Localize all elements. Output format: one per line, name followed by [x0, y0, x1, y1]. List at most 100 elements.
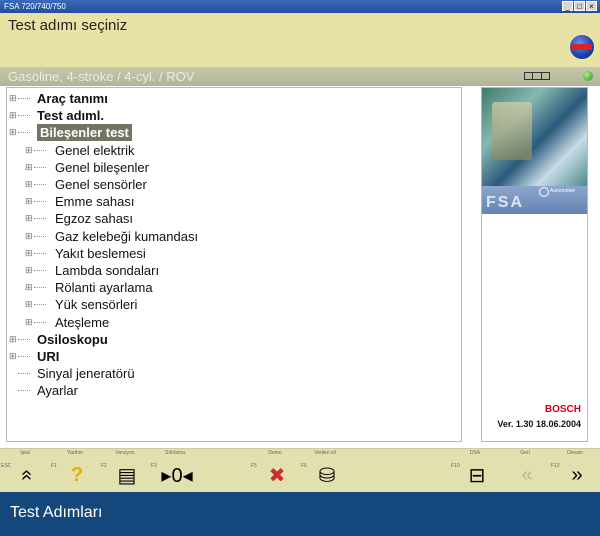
expand-plus-icon[interactable]: ⊞ [25, 210, 33, 227]
tree-item[interactable]: ⊞ Yakıt beslemesi [7, 245, 447, 262]
expand-plus-icon[interactable]: ⊞ [9, 331, 17, 348]
expand-plus-icon[interactable]: ⊞ [25, 228, 33, 245]
function-key [200, 449, 250, 493]
product-info-panel: FSA Automotive BOSCH Ver. 1.30 18.06.200… [481, 87, 588, 442]
empty [212, 461, 242, 489]
empty [412, 461, 442, 489]
tree-item[interactable]: ⊞ Rölanti ayarlama [7, 279, 447, 296]
tree-connector [34, 184, 46, 186]
tree-item-label: Genel bileşenler [55, 159, 149, 175]
tree-item-label: Ateşleme [55, 314, 110, 330]
tree-connector [18, 132, 30, 134]
tree-item[interactable]: ⊞ Genel bileşenler [7, 159, 447, 176]
expand-plus-icon[interactable]: ⊞ [9, 107, 17, 124]
tree-item-label: Genel elektrik [55, 142, 135, 158]
function-key[interactable]: DSA F10 ⊟ [450, 449, 500, 493]
expand-plus-icon[interactable]: ⊞ [25, 296, 33, 313]
window-controls: _ □ × [562, 1, 597, 11]
page-title: Test adımı seçiniz [8, 17, 128, 34]
tree-item[interactable]: ⊞ Egzoz sahası [7, 210, 447, 227]
expand-plus-icon[interactable]: ⊞ [25, 262, 33, 279]
delete-data-icon: ⛁ [318, 464, 336, 487]
tree-item[interactable]: ⊞ Yük sensörleri [7, 296, 447, 313]
brand-name: BOSCH [544, 404, 581, 415]
double-chevron-up-icon: « [16, 469, 39, 481]
bosch-logo-icon [570, 35, 594, 59]
function-key-label: Verileri sil [314, 450, 336, 456]
tree-item[interactable]: ⊞ Lambda sondaları [7, 262, 447, 279]
status-led-icon [583, 71, 593, 81]
expand-plus-icon[interactable]: ⊞ [25, 314, 33, 331]
function-key-label: İptal [20, 450, 30, 456]
tree-item[interactable]: Sinyal jeneratörü [7, 365, 447, 382]
tree-item[interactable]: ⊞ URI [7, 348, 447, 365]
tree-item[interactable]: ⊞ Genel sensörler [7, 176, 447, 193]
tree-connector [34, 166, 46, 169]
function-key[interactable]: Versiyon F2 ▤ [100, 449, 150, 493]
tree-item[interactable]: ⊞ Osiloskopu [7, 331, 447, 348]
expand-plus-icon[interactable]: ⊞ [25, 142, 33, 159]
vehicle-info-bar: Gasoline, 4-stroke / 4-cyl. / ROV [0, 67, 600, 86]
version-text: Ver. 1.30 18.06.2004 [497, 419, 581, 429]
help-question-icon: ? [70, 463, 84, 486]
expand-plus-icon[interactable]: ⊞ [9, 348, 17, 365]
tree-item[interactable]: Ayarlar [7, 382, 447, 399]
tree-item[interactable]: ⊞ Test adıml. [7, 107, 447, 124]
expand-plus-icon[interactable]: ⊞ [25, 279, 33, 296]
function-key-label: Versiyon [115, 450, 135, 456]
expand-plus-icon[interactable]: ⊞ [25, 176, 33, 193]
function-key-number: F1 [51, 463, 57, 469]
fsa-app-window: FSA 720/740/750 _ □ × Test adımı seçiniz… [0, 0, 600, 536]
function-key[interactable]: Demo F5 ✖ [250, 449, 300, 493]
function-key[interactable]: Verileri sil F6 ⛁ [300, 449, 350, 493]
tree-connector [18, 356, 30, 358]
tree-item[interactable]: ⊞ Ateşleme [7, 314, 447, 331]
expand-plus-icon[interactable]: ⊞ [25, 159, 33, 176]
tree-item-label: Gaz kelebeği kumandası [55, 228, 199, 244]
page-header: Test adımı seçiniz [0, 13, 600, 68]
function-key-label: DSA [469, 450, 481, 456]
function-key[interactable]: Sıfırlama F3 ▸0◂ [150, 449, 200, 493]
tree-connector [34, 252, 46, 255]
tree-connector [34, 270, 46, 272]
close-icon[interactable]: × [586, 1, 597, 11]
function-key-label: Yardım [67, 450, 83, 456]
function-key-number: F10 [451, 463, 460, 469]
function-key[interactable]: Devam F12 » [550, 449, 600, 493]
tree-item[interactable]: ⊞ Genel elektrik [7, 142, 447, 159]
minimize-icon[interactable]: _ [562, 1, 573, 11]
caption-bar: Test Adımları [0, 492, 600, 536]
tree-connector [18, 98, 30, 100]
expand-plus-icon[interactable]: ⊞ [25, 193, 33, 210]
tree-item-label: Test adıml. [37, 108, 104, 124]
function-key-bar: İptal ESC « Yardım F1? Versiyon F2 ▤ Sıfırlama F3… [0, 448, 600, 493]
tree-connector [34, 235, 46, 238]
tree-item-label: Lambda sondaları [55, 263, 160, 278]
tree-connector [18, 390, 30, 392]
expand-plus-icon[interactable]: ⊞ [25, 245, 33, 262]
tree-item-label: Bileşenler test [37, 124, 132, 142]
tree-item[interactable]: ⊞ Gaz kelebeği kumandası [7, 228, 447, 245]
tree-connector [18, 338, 30, 341]
tree-item[interactable]: ⊞ Araç tanımı [7, 90, 447, 107]
tree-item[interactable]: ⊞ Bileşenler test [7, 124, 447, 142]
tree-item-label: URI [37, 349, 60, 364]
tree-item-label: Araç tanımı [37, 91, 108, 106]
dsa-icon: ⊟ [468, 464, 486, 487]
function-key-label: Geri [520, 450, 530, 456]
tree-item-label: Osiloskopu [37, 331, 108, 347]
function-key [350, 449, 400, 493]
tree-item[interactable]: ⊞ Emme sahası [7, 193, 447, 210]
tree-item-label: Ayarlar [37, 383, 78, 399]
function-key[interactable]: Yardım F1? [50, 449, 100, 493]
function-key-label: Sıfırlama [164, 450, 185, 456]
vehicle-config-text: Gasoline, 4-stroke / 4-cyl. / ROV [8, 69, 195, 84]
expand-plus-icon[interactable]: ⊞ [9, 124, 17, 141]
expand-plus-icon[interactable]: ⊞ [9, 90, 17, 107]
back-chevron-icon: « [521, 463, 533, 486]
function-key-number: F5 [251, 463, 257, 469]
bosch-small-logo-icon [539, 187, 549, 197]
function-key[interactable]: İptal ESC « [0, 449, 50, 493]
tree-item-label: Emme sahası [55, 194, 135, 210]
maximize-icon[interactable]: □ [574, 1, 585, 11]
